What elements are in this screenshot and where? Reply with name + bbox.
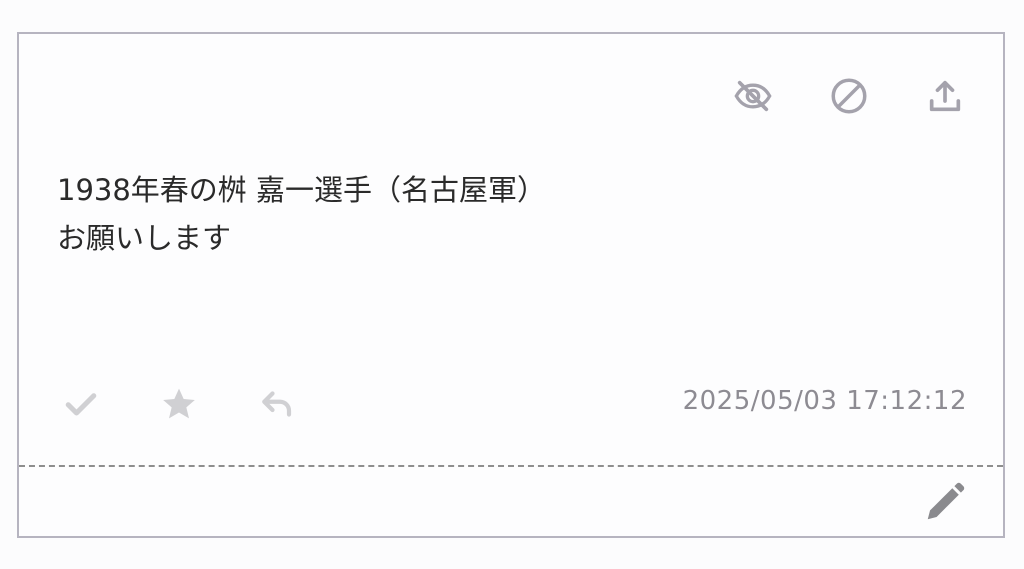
- footer-divider: [19, 465, 1003, 467]
- post-timestamp: 2025/05/03 17:12:12: [682, 386, 967, 416]
- mark-done-button[interactable]: [53, 382, 109, 426]
- message-line-2: お願いします: [57, 221, 232, 255]
- top-action-bar: [725, 74, 973, 118]
- check-icon: [65, 393, 97, 416]
- block-button[interactable]: [821, 74, 877, 118]
- hide-button[interactable]: [725, 74, 781, 118]
- eye-off-icon: [734, 80, 772, 112]
- post-card: 1938年春の桝 嘉一選手（名古屋軍） お願いします 2025/05/03 17…: [17, 32, 1005, 538]
- favorite-button[interactable]: [151, 382, 207, 426]
- star-icon: [163, 388, 195, 419]
- block-icon: [831, 78, 867, 114]
- pencil-icon: [927, 482, 965, 520]
- share-upload-icon: [929, 80, 961, 112]
- edit-button[interactable]: [917, 478, 973, 526]
- share-button[interactable]: [917, 74, 973, 118]
- message-line-1: 1938年春の桝 嘉一選手（名古屋軍）: [57, 173, 547, 207]
- post-message: 1938年春の桝 嘉一選手（名古屋軍） お願いします: [57, 166, 546, 262]
- reply-button[interactable]: [249, 382, 305, 426]
- reply-icon: [262, 391, 292, 417]
- bottom-action-bar: [53, 382, 305, 426]
